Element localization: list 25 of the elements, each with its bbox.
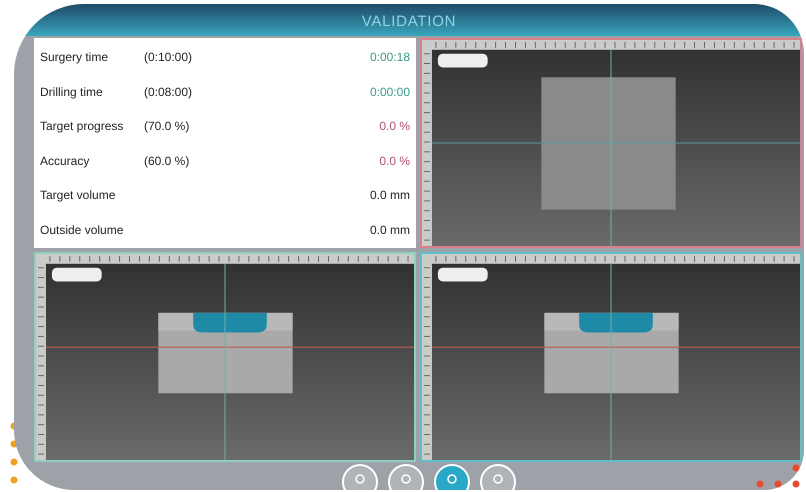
- tool-icon: [353, 474, 367, 484]
- stat-label: Surgery time: [40, 49, 110, 66]
- tool-button[interactable]: [342, 464, 378, 490]
- stat-value: 0:00:18: [370, 49, 410, 66]
- stat-value: 0.0 mm: [370, 222, 410, 238]
- stat-label: Outside volume: [40, 222, 124, 238]
- stat-target: (0:10:00): [144, 49, 192, 66]
- stat-value: 0.0 mm: [370, 187, 410, 204]
- stat-value: 0:00:00: [370, 84, 410, 100]
- stat-target: (60.0 %): [144, 152, 190, 170]
- stat-label: Target progress: [40, 118, 124, 135]
- tool-button[interactable]: [434, 464, 470, 490]
- stat-label: Target volume: [40, 187, 116, 204]
- stat-label: Drilling time: [40, 84, 104, 100]
- tool-icon: [399, 474, 413, 484]
- stat-value: 0.0 %: [379, 118, 410, 135]
- stat-target: (0:08:00): [144, 84, 192, 100]
- stat-value: 0.0 %: [379, 152, 410, 170]
- tool-icon: [445, 474, 459, 484]
- tool-button[interactable]: [388, 464, 424, 490]
- tool-button[interactable]: [480, 464, 516, 490]
- stat-label: Accuracy: [40, 152, 90, 170]
- tool-icon: [491, 474, 505, 484]
- stat-target: (70.0 %): [144, 118, 190, 135]
- header-title: VALIDATION: [362, 12, 456, 32]
